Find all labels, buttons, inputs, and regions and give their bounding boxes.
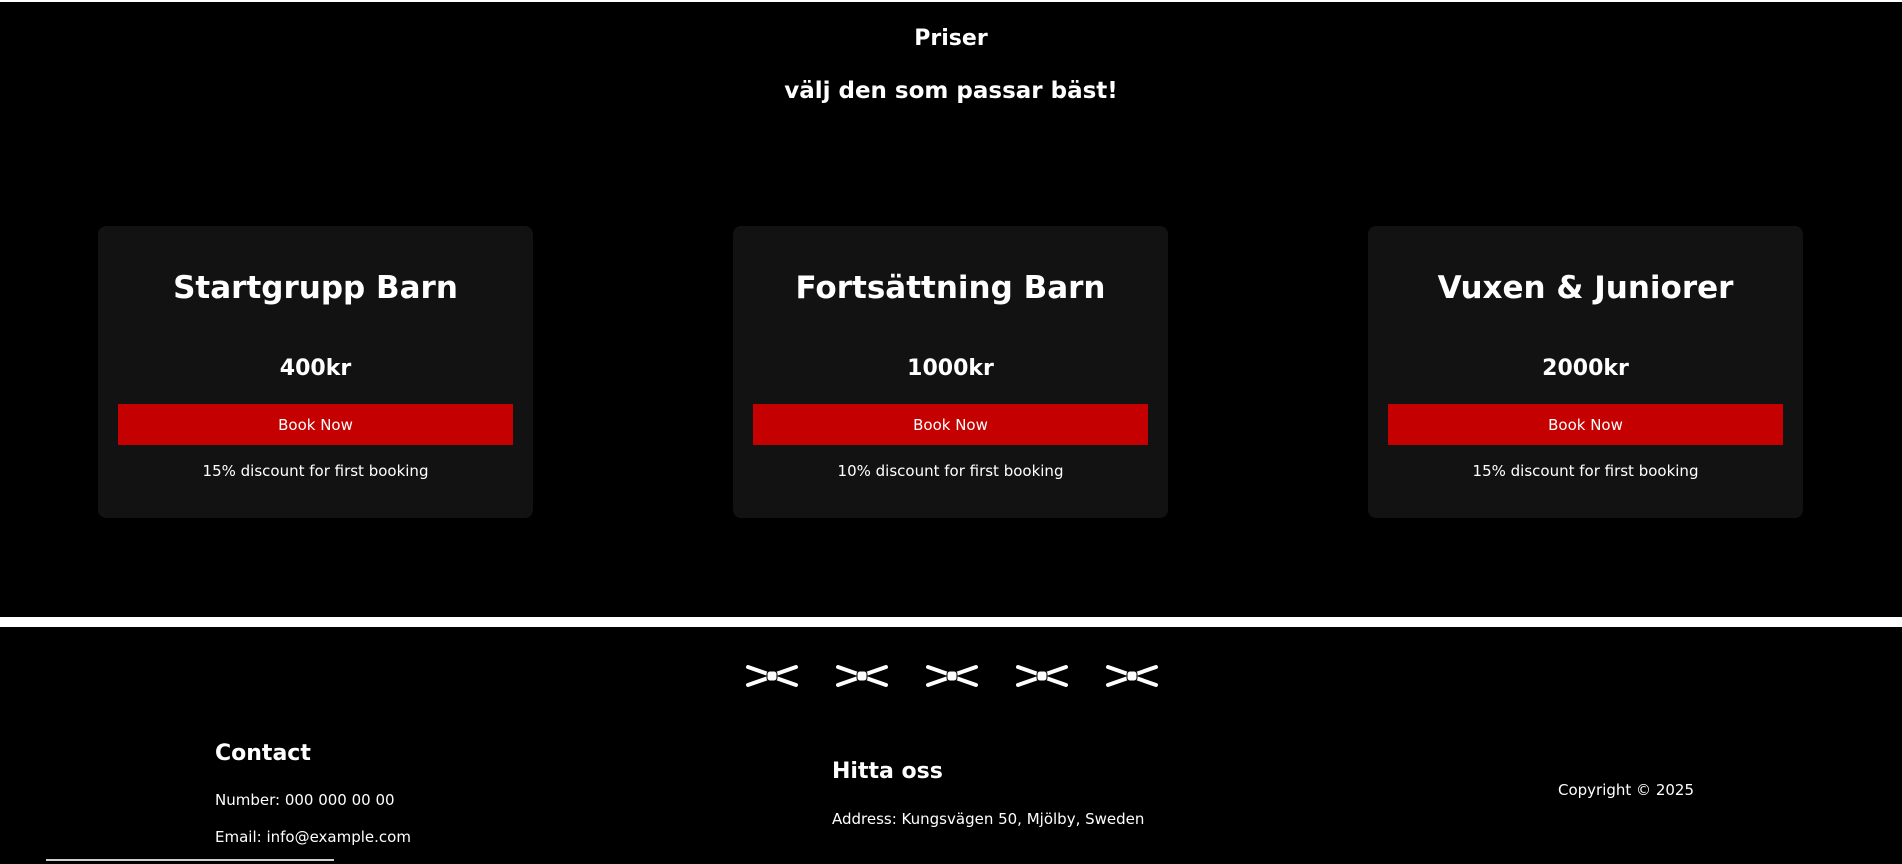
- find-us-heading: Hitta oss: [832, 759, 943, 784]
- belt-icons-row: [742, 661, 1162, 691]
- plan-card-fortsattning-barn: Fortsättning Barn 1000kr Book Now 10% di…: [733, 226, 1168, 518]
- plan-price: 1000kr: [907, 356, 994, 381]
- plan-name: Startgrupp Barn: [173, 270, 458, 306]
- belt-icon: [926, 665, 978, 687]
- plan-discount-note: 15% discount for first booking: [1472, 462, 1699, 480]
- pricing-title: Priser: [914, 26, 988, 51]
- belt-icon: [1016, 665, 1068, 687]
- pricing-subtitle: välj den som passar bäst!: [784, 78, 1118, 104]
- belt-icon: [836, 665, 888, 687]
- plan-name: Fortsättning Barn: [795, 270, 1106, 306]
- copyright-text: Copyright © 2025: [1558, 781, 1695, 799]
- book-now-button[interactable]: Book Now: [1388, 404, 1783, 445]
- find-us-address: Address: Kungsvägen 50, Mjölby, Sweden: [832, 810, 1145, 828]
- book-now-button[interactable]: Book Now: [118, 404, 513, 445]
- footer: Contact Number: 000 000 00 00 Email: inf…: [0, 627, 1902, 864]
- belt-icon: [746, 665, 798, 687]
- contact-heading: Contact: [215, 741, 311, 766]
- plan-card-startgrupp-barn: Startgrupp Barn 400kr Book Now 15% disco…: [98, 226, 533, 518]
- plan-discount-note: 15% discount for first booking: [202, 462, 429, 480]
- contact-email: Email: info@example.com: [215, 828, 411, 846]
- plan-name: Vuxen & Juniorer: [1437, 270, 1734, 306]
- page: Priser välj den som passar bäst! Startgr…: [0, 0, 1902, 864]
- plan-card-vuxen-juniorer: Vuxen & Juniorer 2000kr Book Now 15% dis…: [1368, 226, 1803, 518]
- plan-discount-note: 10% discount for first booking: [837, 462, 1064, 480]
- horizontal-scrollbar[interactable]: [46, 859, 334, 861]
- plan-price: 2000kr: [1542, 356, 1629, 381]
- book-now-button[interactable]: Book Now: [753, 404, 1148, 445]
- contact-number: Number: 000 000 00 00: [215, 791, 395, 809]
- plan-price: 400kr: [279, 356, 352, 381]
- belt-icon: [1106, 665, 1158, 687]
- pricing-section: Priser välj den som passar bäst! Startgr…: [0, 2, 1902, 617]
